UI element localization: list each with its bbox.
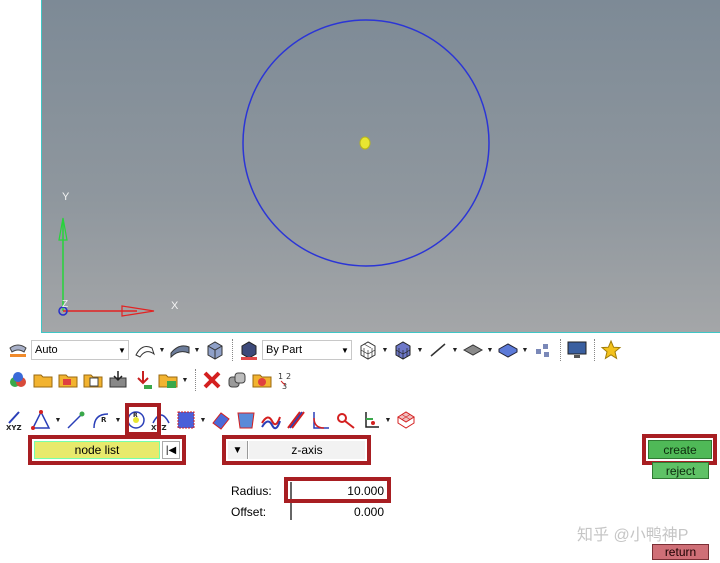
axis-z-label: Z: [62, 299, 69, 310]
axis-selector[interactable]: z-axis: [249, 441, 365, 459]
chevron-down-icon[interactable]: ▼: [486, 338, 494, 362]
axis-dropdown-button[interactable]: ▼: [228, 441, 248, 459]
components-icon[interactable]: [6, 368, 30, 392]
arc-radius-icon[interactable]: R: [89, 408, 113, 432]
renumber-icon[interactable]: 123: [275, 368, 299, 392]
radius-field[interactable]: 10.000: [290, 482, 386, 499]
delete-icon[interactable]: [200, 368, 224, 392]
chevron-down-icon[interactable]: ▼: [158, 338, 166, 362]
toolbar-separator: [560, 339, 561, 361]
color-mode-value: By Part: [266, 344, 303, 356]
surface-square-icon[interactable]: [174, 408, 198, 432]
color-mode-select[interactable]: By Part ▼: [262, 340, 352, 360]
mesh-cube-icon[interactable]: [356, 338, 380, 362]
edge-split-icon[interactable]: [334, 408, 358, 432]
chevron-down-icon[interactable]: ▼: [416, 338, 424, 362]
surface-patch-icon[interactable]: [234, 408, 258, 432]
node-xyz-icon[interactable]: XYZ: [4, 408, 28, 432]
skip-first-icon: |◀: [165, 444, 177, 456]
svg-text:R: R: [101, 416, 107, 424]
node-list-selector[interactable]: node list: [34, 441, 160, 459]
solid-mesh-cube-icon[interactable]: [391, 338, 415, 362]
toolbar-separator: [195, 369, 196, 391]
surface-mesh-icon[interactable]: [394, 408, 418, 432]
left-panel-strip: [0, 0, 41, 333]
create-button[interactable]: create: [648, 440, 712, 459]
return-button[interactable]: return: [652, 544, 709, 560]
radius-label: Radius:: [231, 484, 272, 498]
import-icon[interactable]: [106, 368, 130, 392]
chevron-down-icon: ▼: [341, 345, 349, 355]
spline-icon[interactable]: [259, 408, 283, 432]
fillet-icon[interactable]: [309, 408, 333, 432]
line-direction-icon[interactable]: [64, 408, 88, 432]
export-icon[interactable]: [131, 368, 155, 392]
chevron-down-icon[interactable]: ▼: [193, 338, 201, 362]
axis-y-label: Y: [62, 191, 70, 203]
chevron-down-icon: ▼: [232, 444, 243, 456]
chevron-down-icon[interactable]: ▼: [451, 338, 459, 362]
reset-selection-button[interactable]: |◀: [162, 441, 180, 459]
solid-element-icon[interactable]: [496, 338, 520, 362]
toolbar-geometry: XYZ ▼ R ▼ R XYZ ▼ ▼: [4, 405, 419, 435]
highlight-circle-tool: [125, 403, 161, 436]
svg-text:1: 1: [278, 372, 283, 381]
chevron-down-icon[interactable]: ▼: [199, 408, 207, 432]
center-node[interactable]: [359, 136, 371, 150]
chevron-down-icon[interactable]: ▼: [381, 338, 389, 362]
toolbar-display: Auto ▼ ▼ ▼ By Part ▼ ▼ ▼ ▼ ▼ ▼: [6, 335, 624, 365]
display-mode-value: Auto: [35, 344, 58, 356]
vector-axis-icon[interactable]: [359, 408, 383, 432]
monitor-icon[interactable]: [565, 338, 589, 362]
organize-icon[interactable]: [225, 368, 249, 392]
axis-triad: [58, 217, 155, 317]
shaded-cube-icon[interactable]: [203, 338, 227, 362]
toolbar-model: ▼ 123: [6, 365, 300, 395]
color-by-part-icon[interactable]: [237, 338, 261, 362]
wireframe-shape-icon[interactable]: [133, 338, 157, 362]
offset-field[interactable]: 0.000: [290, 503, 386, 520]
reject-button[interactable]: reject: [652, 462, 709, 479]
folder-icon[interactable]: [31, 368, 55, 392]
folder-list-icon[interactable]: [156, 368, 180, 392]
chevron-down-icon: ▼: [118, 345, 126, 355]
parallel-lines-icon[interactable]: [284, 408, 308, 432]
folder-edit-icon[interactable]: [81, 368, 105, 392]
toolbar-separator: [232, 339, 233, 361]
star-icon[interactable]: [599, 338, 623, 362]
watermark: 知乎 @小鸭神P: [577, 527, 689, 544]
svg-text:XYZ: XYZ: [6, 424, 22, 431]
chevron-down-icon[interactable]: ▼: [384, 408, 392, 432]
chevron-down-icon[interactable]: ▼: [521, 338, 529, 362]
chevron-down-icon[interactable]: ▼: [181, 368, 189, 392]
axis-x-label: X: [171, 300, 179, 312]
line-three-point-icon[interactable]: [29, 408, 53, 432]
chevron-down-icon[interactable]: ▼: [114, 408, 122, 432]
display-mode-select[interactable]: Auto ▼: [31, 340, 129, 360]
display-mode-icon[interactable]: [6, 338, 30, 362]
offset-label: Offset:: [231, 505, 267, 519]
chevron-down-icon[interactable]: ▼: [54, 408, 62, 432]
explode-view-icon[interactable]: [531, 338, 555, 362]
toolbar-separator: [594, 339, 595, 361]
collector-icon[interactable]: [250, 368, 274, 392]
graphics-viewport[interactable]: Y X Z: [41, 0, 720, 333]
shaded-surface-icon[interactable]: [168, 338, 192, 362]
svg-text:2: 2: [286, 372, 291, 381]
folder-open-icon[interactable]: [56, 368, 80, 392]
plate-element-icon[interactable]: [461, 338, 485, 362]
viewport-canvas[interactable]: [42, 0, 720, 333]
line-element-icon[interactable]: [426, 338, 450, 362]
surface-plane-icon[interactable]: [209, 408, 233, 432]
